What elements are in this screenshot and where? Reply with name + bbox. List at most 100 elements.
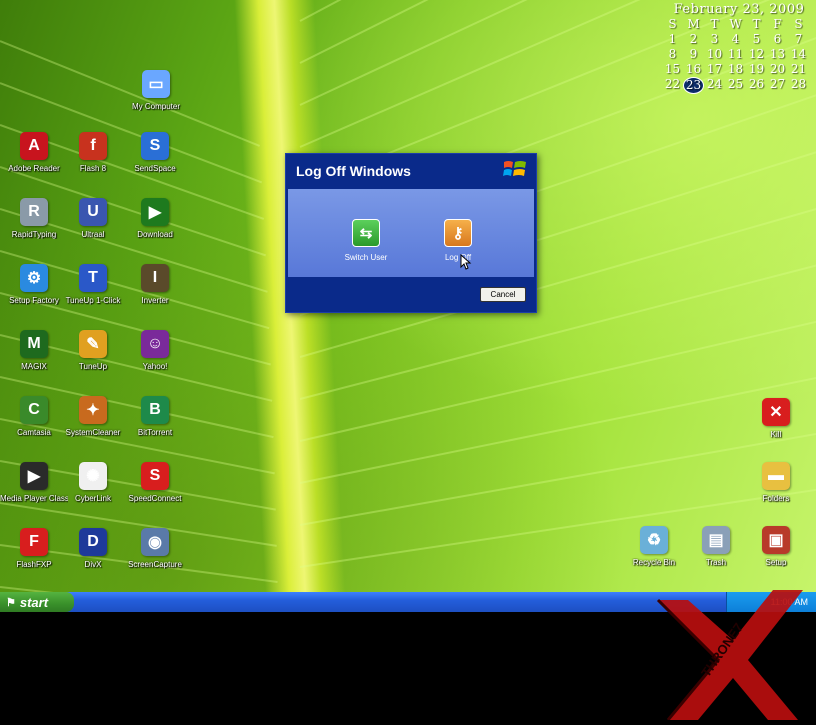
calendar-day[interactable]: 14 [788, 47, 809, 62]
calendar-day[interactable]: 28 [788, 77, 809, 94]
desktop-icon[interactable]: T TuneUp 1-Click [59, 264, 127, 305]
sendspace-icon: S [141, 132, 169, 160]
desktop-icon[interactable]: R RapidTyping [0, 198, 68, 239]
desktop-icon[interactable]: f Flash 8 [59, 132, 127, 173]
dialog-title: Log Off Windows [296, 162, 411, 179]
calendar-day[interactable]: 18 [725, 62, 746, 77]
windows-flag-icon: ⚑ [6, 596, 16, 609]
desktop-icon[interactable]: ☺ Yahoo! [121, 330, 189, 371]
desktop-icon[interactable]: U Ultraal [59, 198, 127, 239]
inverter-icon: I [141, 264, 169, 292]
desktop-icon[interactable]: I Inverter [121, 264, 189, 305]
desktop-icon[interactable]: ◉ ScreenCapture [121, 528, 189, 569]
desktop-icon[interactable]: ▶ Download [121, 198, 189, 239]
desktop-icon[interactable]: A Adobe Reader [0, 132, 68, 173]
magix-icon: M [20, 330, 48, 358]
log-off-option[interactable]: ⚷ Log Off [428, 219, 488, 262]
calendar-day[interactable]: 7 [788, 32, 809, 47]
desktop-icon[interactable]: ▭ My Computer [122, 70, 190, 111]
calendar-title: February 23, 2009 [673, 2, 805, 17]
calendar-day[interactable]: 26 [746, 77, 767, 94]
calendar-day[interactable]: 8 [662, 47, 683, 62]
calendar-day[interactable]: 22 [662, 77, 683, 94]
calendar-day[interactable]: 27 [767, 77, 788, 94]
switch-user-label: Switch User [344, 253, 388, 262]
calendar-day[interactable]: 15 [662, 62, 683, 77]
calendar-weekday: T [752, 17, 761, 31]
desktop-icon-label: Folders [762, 494, 790, 503]
calendar-day[interactable]: 16 [683, 62, 704, 77]
dialog-body: ⇆ Switch User ⚷ Log Off [288, 189, 534, 277]
calendar-day[interactable]: 12 [746, 47, 767, 62]
desktop-icon-label: TuneUp [78, 362, 108, 371]
calendar-day[interactable]: 25 [725, 77, 746, 94]
log-off-dialog: Log Off Windows ⇆ Switch User ⚷ Log Off … [285, 153, 537, 313]
start-button[interactable]: ⚑ start [0, 592, 74, 612]
calendar-day[interactable]: 10 [704, 47, 725, 62]
calendar-day[interactable]: 5 [746, 32, 767, 47]
key-icon[interactable]: ⚷ [444, 219, 472, 247]
switch-user-icon[interactable]: ⇆ [352, 219, 380, 247]
desktop-icon-label: Flash 8 [79, 164, 107, 173]
calendar-day[interactable]: 6 [767, 32, 788, 47]
desktop-icon[interactable]: D DivX [59, 528, 127, 569]
setup-icon: ▣ [762, 526, 790, 554]
calendar-day[interactable]: 1 [662, 32, 683, 47]
desktop-icon[interactable]: B BitTorrent [121, 396, 189, 437]
calendar-day[interactable]: 20 [767, 62, 788, 77]
desktop-icon-label: SpeedConnect [128, 494, 182, 503]
desktop-icon[interactable]: ✕ Kill [742, 398, 810, 439]
recycle-bin-icon: ♻ [640, 526, 668, 554]
desktop-icon[interactable]: ✦ SystemCleaner [59, 396, 127, 437]
adobe-reader-icon: A [20, 132, 48, 160]
my-computer-icon: ▭ [142, 70, 170, 98]
yahoo-messenger-icon: ☺ [141, 330, 169, 358]
calendar-day[interactable]: 23 [683, 77, 704, 94]
calendar-day[interactable]: 4 [725, 32, 746, 47]
calendar-day[interactable]: 24 [704, 77, 725, 94]
desktop-icon-label: Download [137, 230, 173, 239]
desktop-icon-label: Adobe Reader [8, 164, 60, 173]
tuneup-icon: ✎ [79, 330, 107, 358]
leaf-rib [299, 300, 816, 442]
desktop-icon-label: Camtasia [17, 428, 51, 437]
cyberlink-icon: ✺ [79, 462, 107, 490]
calendar-day[interactable]: 19 [746, 62, 767, 77]
calendar-day[interactable]: 13 [767, 47, 788, 62]
desktop-icon[interactable]: S SendSpace [121, 132, 189, 173]
desktop-icon[interactable]: ✺ CyberLink [59, 462, 127, 503]
calendar-day[interactable]: 9 [683, 47, 704, 62]
calendar-day[interactable]: 17 [704, 62, 725, 77]
desktop-icon-label: TuneUp 1-Click [65, 296, 121, 305]
mouse-pointer-icon [460, 254, 472, 270]
desktop-icon-label: RapidTyping [11, 230, 57, 239]
desktop-icon[interactable]: ✎ TuneUp [59, 330, 127, 371]
setup-factory-icon: ⚙ [20, 264, 48, 292]
desktop-icon[interactable]: C Camtasia [0, 396, 68, 437]
ultraiso-icon: U [79, 198, 107, 226]
calendar-day[interactable]: 2 [683, 32, 704, 47]
desktop-icon[interactable]: ▶ Media Player Classic [0, 462, 68, 503]
calendar-day[interactable]: 21 [788, 62, 809, 77]
desktop: ▭ My Computer A Adobe Reader f Flash 8 S SendSp… [0, 0, 816, 592]
desktop-icon[interactable]: M MAGIX [0, 330, 68, 371]
desktop-icon[interactable]: ▬ Folders [742, 462, 810, 503]
desktop-icon-label: DivX [84, 560, 102, 569]
desktop-icon-label: Ultraal [81, 230, 105, 239]
desktop-icon-label: Yahoo! [142, 362, 168, 371]
trash-icon: ▤ [702, 526, 730, 554]
desktop-icon[interactable]: S SpeedConnect [121, 462, 189, 503]
switch-user-option[interactable]: ⇆ Switch User [336, 219, 396, 262]
cancel-button[interactable]: Cancel [480, 287, 526, 302]
calendar-day[interactable]: 3 [704, 32, 725, 47]
tuneup-one-click-icon: T [79, 264, 107, 292]
desktop-icon[interactable]: F FlashFXP [0, 528, 68, 569]
media-player-classic-icon: ▶ [20, 462, 48, 490]
desktop-icon[interactable]: ⚙ Setup Factory [0, 264, 68, 305]
calendar-weekday: M [687, 17, 700, 31]
desktop-icon-label: CyberLink [74, 494, 111, 503]
calendar-day[interactable]: 11 [725, 47, 746, 62]
system-cleaner-icon: ✦ [79, 396, 107, 424]
watermark-logo: THRONE7 [648, 560, 808, 721]
rapidtyping-icon: R [20, 198, 48, 226]
